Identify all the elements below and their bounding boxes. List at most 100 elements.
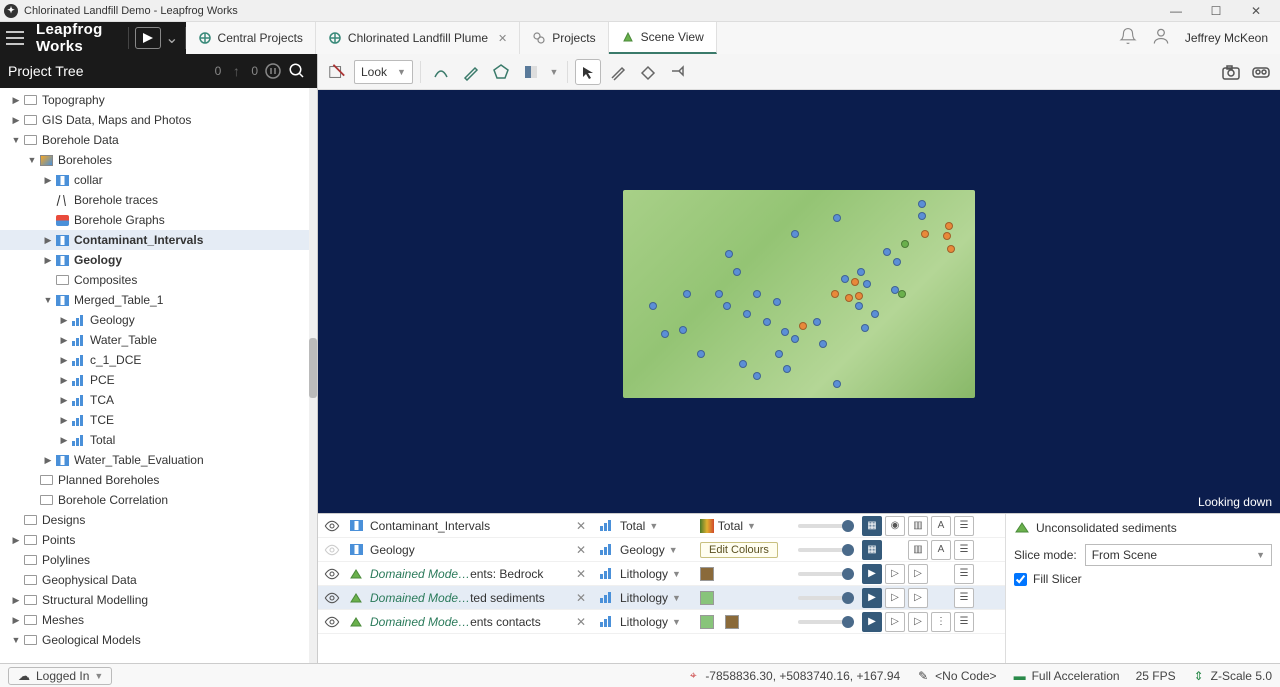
- sort-up-icon[interactable]: ↑: [224, 59, 248, 83]
- color-swatch[interactable]: [700, 567, 714, 581]
- borehole-point[interactable]: [799, 322, 807, 330]
- borehole-point[interactable]: [893, 258, 901, 266]
- remove-layer-icon[interactable]: ✕: [576, 567, 592, 581]
- expand-arrow-icon[interactable]: ▶: [10, 95, 22, 106]
- tree-item[interactable]: Designs: [0, 510, 317, 530]
- ruler-icon[interactable]: [605, 59, 631, 85]
- layer-list-button[interactable]: ☰: [954, 564, 974, 584]
- expand-arrow-icon[interactable]: ▼: [42, 295, 54, 305]
- visibility-toggle-icon[interactable]: [322, 615, 342, 629]
- layer-play3-button[interactable]: ▷: [908, 588, 928, 608]
- scene-viewport[interactable]: Looking down: [318, 90, 1280, 513]
- visibility-toggle-icon[interactable]: [322, 591, 342, 605]
- borehole-point[interactable]: [918, 212, 926, 220]
- tab-scene-view[interactable]: Scene View: [609, 22, 717, 54]
- opacity-slider[interactable]: [798, 620, 854, 624]
- tree-item[interactable]: ▶Water_Table_Evaluation: [0, 450, 317, 470]
- tree-item[interactable]: ▶Meshes: [0, 610, 317, 630]
- borehole-point[interactable]: [791, 335, 799, 343]
- login-status[interactable]: ☁ Logged In ▼: [8, 667, 112, 685]
- layer-list-button[interactable]: ☰: [954, 588, 974, 608]
- borehole-point[interactable]: [855, 302, 863, 310]
- opacity-slider[interactable]: [798, 596, 854, 600]
- borehole-point[interactable]: [833, 214, 841, 222]
- notifications-icon[interactable]: [1119, 27, 1137, 50]
- tree-item[interactable]: ▼Boreholes: [0, 150, 317, 170]
- close-button[interactable]: ✕: [1236, 0, 1276, 22]
- tree-item[interactable]: Borehole Correlation: [0, 490, 317, 510]
- fill-slicer-checkbox[interactable]: [1014, 573, 1027, 586]
- borehole-point[interactable]: [918, 200, 926, 208]
- layer-list-button[interactable]: ☰: [954, 540, 974, 560]
- slice-mode-dropdown[interactable]: From Scene ▼: [1085, 544, 1272, 566]
- edit-colours-button[interactable]: Edit Colours: [700, 542, 778, 558]
- borehole-point[interactable]: [683, 290, 691, 298]
- slicer-icon[interactable]: [518, 59, 544, 85]
- expand-arrow-icon[interactable]: ▶: [42, 455, 54, 466]
- opacity-slider[interactable]: [798, 548, 854, 552]
- expand-arrow-icon[interactable]: ▶: [58, 395, 70, 406]
- minimize-button[interactable]: —: [1156, 0, 1196, 22]
- borehole-point[interactable]: [679, 326, 687, 334]
- play-button[interactable]: [135, 27, 161, 49]
- tree-item[interactable]: ▶Topography: [0, 90, 317, 110]
- expand-arrow-icon[interactable]: ▶: [58, 375, 70, 386]
- tree-item[interactable]: ▶Contaminant_Intervals: [0, 230, 317, 250]
- tree-item[interactable]: Borehole Graphs: [0, 210, 317, 230]
- attribute-dropdown[interactable]: Lithology▼: [620, 615, 694, 629]
- zscale-readout[interactable]: ⇕ Z-Scale 5.0: [1192, 669, 1272, 683]
- expand-arrow-icon[interactable]: ▶: [10, 535, 22, 546]
- layer-A-button[interactable]: A: [931, 540, 951, 560]
- slider-thumb[interactable]: [842, 616, 854, 628]
- tree-item[interactable]: ▶Geology: [0, 250, 317, 270]
- tree-item[interactable]: Polylines: [0, 550, 317, 570]
- tree-item[interactable]: ▼Geological Models: [0, 630, 317, 650]
- borehole-point[interactable]: [697, 350, 705, 358]
- borehole-point[interactable]: [947, 245, 955, 253]
- tree-item[interactable]: ▼Borehole Data: [0, 130, 317, 150]
- slider-thumb[interactable]: [842, 520, 854, 532]
- remove-layer-icon[interactable]: ✕: [576, 543, 592, 557]
- expand-arrow-icon[interactable]: ▶: [10, 115, 22, 126]
- visibility-toggle-icon[interactable]: [322, 519, 342, 533]
- expand-arrow-icon[interactable]: ▶: [58, 415, 70, 426]
- attribute-dropdown[interactable]: Total▼: [620, 519, 694, 533]
- borehole-point[interactable]: [791, 230, 799, 238]
- layer-row[interactable]: Domained Mode…ents: Bedrock ✕ Lithology▼…: [318, 562, 1005, 586]
- borehole-point[interactable]: [857, 268, 865, 276]
- borehole-point[interactable]: [723, 302, 731, 310]
- tree-item[interactable]: ▶Points: [0, 530, 317, 550]
- layer-list-button[interactable]: ☰: [954, 612, 974, 632]
- layer-play3-button[interactable]: ▷: [908, 612, 928, 632]
- expand-arrow-icon[interactable]: ▶: [10, 615, 22, 626]
- remove-layer-icon[interactable]: ✕: [576, 615, 592, 629]
- expand-arrow-icon[interactable]: ▶: [58, 315, 70, 326]
- layer-A-button[interactable]: A: [931, 516, 951, 536]
- borehole-point[interactable]: [781, 328, 789, 336]
- borehole-point[interactable]: [649, 302, 657, 310]
- expand-arrow-icon[interactable]: ▶: [58, 435, 70, 446]
- slicer-dropdown-icon[interactable]: ▼: [548, 59, 560, 85]
- attribute-dropdown[interactable]: Lithology▼: [620, 591, 694, 605]
- expand-arrow-icon[interactable]: ▶: [58, 355, 70, 366]
- expand-arrow-icon[interactable]: ▼: [10, 635, 22, 645]
- expand-arrow-icon[interactable]: ▶: [58, 335, 70, 346]
- scrollbar-thumb[interactable]: [309, 338, 317, 398]
- remove-layer-icon[interactable]: ✕: [576, 591, 592, 605]
- opacity-slider[interactable]: [798, 524, 854, 528]
- visibility-toggle-icon[interactable]: [322, 567, 342, 581]
- borehole-point[interactable]: [863, 280, 871, 288]
- borehole-point[interactable]: [833, 380, 841, 388]
- borehole-point[interactable]: [725, 250, 733, 258]
- layer-row[interactable]: Domained Mode…ents contacts ✕ Lithology▼…: [318, 610, 1005, 634]
- borehole-point[interactable]: [773, 298, 781, 306]
- borehole-point[interactable]: [901, 240, 909, 248]
- tree-item[interactable]: Borehole traces: [0, 190, 317, 210]
- layer-row[interactable]: Domained Mode…ted sediments ✕ Lithology▼…: [318, 586, 1005, 610]
- layer-row[interactable]: Contaminant_Intervals ✕ Total▼ Total▼ ▦◉…: [318, 514, 1005, 538]
- camera-icon[interactable]: [1218, 59, 1244, 85]
- layer-play2-button[interactable]: ▷: [885, 588, 905, 608]
- layer-play3-button[interactable]: ▷: [908, 564, 928, 584]
- tree-item[interactable]: Planned Boreholes: [0, 470, 317, 490]
- layer-obj-button[interactable]: ▦: [862, 540, 882, 560]
